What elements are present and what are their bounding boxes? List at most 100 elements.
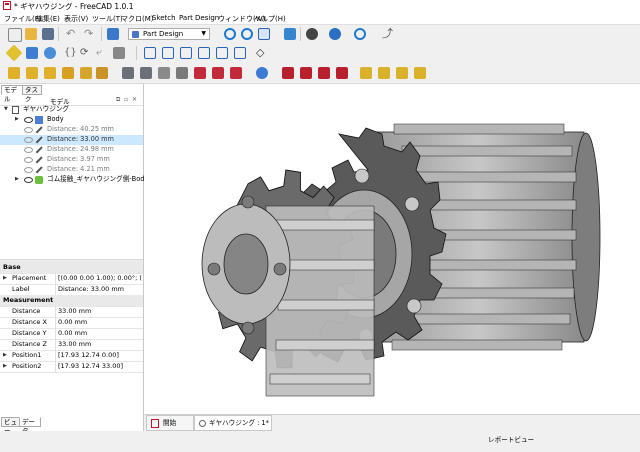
rear-view-icon[interactable] bbox=[198, 47, 210, 59]
zoom-fit-all-icon[interactable] bbox=[224, 28, 236, 40]
eye-icon[interactable] bbox=[24, 117, 33, 123]
linear-pattern-icon[interactable] bbox=[378, 67, 390, 79]
sketch-icon[interactable] bbox=[26, 67, 38, 79]
tree-item-document[interactable]: ▼ ギヤハウジング bbox=[0, 105, 143, 115]
zoom-icon[interactable] bbox=[354, 28, 366, 40]
menu-part-design[interactable]: Part Design bbox=[179, 14, 219, 22]
eye-hidden-icon[interactable] bbox=[24, 147, 33, 153]
shape-binder-icon[interactable] bbox=[80, 67, 92, 79]
datum-plane-icon[interactable] bbox=[158, 67, 170, 79]
property-row-distance-x[interactable]: Distance X 0.00 mm bbox=[0, 317, 143, 329]
property-row-position1[interactable]: ▶ Position1 [17.93 12.74 0.00] bbox=[0, 350, 143, 362]
left-view-icon[interactable] bbox=[234, 47, 246, 59]
mirrored-icon[interactable] bbox=[360, 67, 372, 79]
pad-icon[interactable] bbox=[194, 67, 206, 79]
property-row-position2[interactable]: ▶ Position2 [17.93 12.74 33.00] bbox=[0, 361, 143, 373]
menu-view[interactable]: 表示(V) bbox=[64, 14, 88, 24]
tree-item-measurement[interactable]: Distance: 4.21 mm bbox=[0, 165, 143, 175]
menu-macro[interactable]: マクロ(M) bbox=[121, 14, 154, 24]
front-view-icon[interactable] bbox=[144, 47, 156, 59]
chevron-right-icon[interactable]: ▶ bbox=[3, 273, 7, 284]
tab-model[interactable]: モデル bbox=[1, 85, 23, 103]
import-link-icon[interactable]: ⤶ bbox=[96, 47, 108, 59]
subtractive-loft-icon[interactable] bbox=[336, 67, 348, 79]
datum-line-icon[interactable] bbox=[140, 67, 152, 79]
groove-icon[interactable] bbox=[318, 67, 330, 79]
tab-data[interactable]: データ bbox=[19, 417, 41, 435]
tab-task[interactable]: タスク bbox=[22, 85, 42, 103]
top-view-icon[interactable] bbox=[162, 47, 174, 59]
property-group-measurement[interactable]: Measurement bbox=[0, 295, 143, 307]
whats-this-icon[interactable]: ⤴ bbox=[382, 28, 394, 40]
menu-sketch[interactable]: Sketch bbox=[152, 14, 176, 22]
attach-sketch-icon[interactable] bbox=[44, 67, 56, 79]
refresh-icon[interactable] bbox=[107, 28, 119, 40]
property-group-base[interactable]: Base bbox=[0, 262, 143, 274]
tree-item-measurement-selected[interactable]: Distance: 33.00 mm bbox=[0, 135, 143, 145]
property-value[interactable]: 0.00 mm bbox=[58, 317, 142, 328]
property-value[interactable]: Distance: 33.00 mm bbox=[58, 284, 142, 295]
tree-item-measurement[interactable]: Distance: 40.25 mm bbox=[0, 125, 143, 135]
hole-icon[interactable] bbox=[300, 67, 312, 79]
navigation-style-icon[interactable] bbox=[306, 28, 318, 40]
open-file-icon[interactable] bbox=[25, 28, 37, 40]
unlink-icon[interactable]: ⟳ bbox=[80, 47, 92, 59]
new-file-icon[interactable] bbox=[8, 28, 22, 42]
tab-start[interactable]: 開始 bbox=[146, 415, 194, 431]
chevron-right-icon[interactable]: ▶ bbox=[15, 115, 19, 125]
chevron-down-icon[interactable]: ▼ bbox=[4, 105, 8, 115]
group-icon[interactable] bbox=[26, 47, 38, 59]
chevron-right-icon[interactable]: ▶ bbox=[3, 350, 7, 361]
section-icon[interactable]: ◇ bbox=[256, 47, 268, 59]
property-value[interactable]: [17.93 12.74 0.00] bbox=[58, 350, 142, 361]
chevron-right-icon[interactable]: ▶ bbox=[3, 361, 7, 372]
local-cs-icon[interactable] bbox=[176, 67, 188, 79]
property-value[interactable]: 0.00 mm bbox=[58, 328, 142, 339]
redo-icon[interactable]: ↷ bbox=[84, 28, 96, 40]
property-row-label[interactable]: Label Distance: 33.00 mm bbox=[0, 284, 143, 296]
3d-viewport[interactable] bbox=[144, 84, 640, 414]
right-view-icon[interactable] bbox=[180, 47, 192, 59]
property-value[interactable]: 33.00 mm bbox=[58, 306, 142, 317]
menu-help[interactable]: ヘルプ(H) bbox=[254, 14, 286, 24]
multi-transform-icon[interactable] bbox=[414, 67, 426, 79]
menu-tools[interactable]: ツール(T) bbox=[92, 14, 123, 24]
save-icon[interactable] bbox=[42, 28, 54, 40]
selection-icon[interactable] bbox=[113, 47, 125, 59]
tree-item-measurement[interactable]: Distance: 3.97 mm bbox=[0, 155, 143, 165]
property-row-distance-z[interactable]: Distance Z 33.00 mm bbox=[0, 339, 143, 351]
property-value[interactable]: [(0.00 0.00 1.00); 0.00°; (0.00 ... bbox=[58, 273, 142, 284]
polar-pattern-icon[interactable] bbox=[396, 67, 408, 79]
chevron-right-icon[interactable]: ▶ bbox=[15, 175, 19, 185]
eye-hidden-icon[interactable] bbox=[24, 157, 33, 163]
draw-style-icon[interactable] bbox=[258, 28, 270, 40]
tab-view[interactable]: ビュー bbox=[1, 417, 20, 435]
property-row-distance-y[interactable]: Distance Y 0.00 mm bbox=[0, 328, 143, 340]
view-cube-icon[interactable] bbox=[329, 28, 341, 40]
additive-loft-icon[interactable] bbox=[230, 67, 242, 79]
report-view-label[interactable]: レポートビュー bbox=[488, 434, 534, 444]
menu-edit[interactable]: 編集(E) bbox=[36, 14, 60, 24]
tree-item-link[interactable]: ▶ ゴム接触_ギヤハウジング側-Body bbox=[0, 175, 148, 185]
eye-hidden-icon[interactable] bbox=[24, 167, 33, 173]
part-icon[interactable] bbox=[5, 44, 23, 62]
close-icon[interactable]: ✕ bbox=[132, 96, 137, 103]
boolean-icon[interactable] bbox=[256, 67, 268, 79]
property-row-distance[interactable]: Distance 33.00 mm bbox=[0, 306, 143, 318]
float-panel-icon[interactable]: ⧉ bbox=[116, 96, 120, 104]
undo-icon[interactable]: ↶ bbox=[66, 28, 78, 40]
measure-icon[interactable] bbox=[284, 28, 296, 40]
zoom-selection-icon[interactable] bbox=[241, 28, 253, 40]
restore-panel-icon[interactable]: ▫ bbox=[124, 96, 128, 103]
datum-point-icon[interactable] bbox=[122, 67, 134, 79]
body-icon[interactable] bbox=[8, 67, 20, 79]
workbench-selector[interactable]: Part Design ▼ bbox=[128, 28, 210, 40]
tree-item-body[interactable]: ▶ Body bbox=[0, 115, 143, 125]
validate-sketch-icon[interactable] bbox=[62, 67, 74, 79]
property-value[interactable]: 33.00 mm bbox=[58, 339, 142, 350]
sub-shape-binder-icon[interactable] bbox=[96, 67, 108, 79]
eye-hidden-icon[interactable] bbox=[24, 127, 33, 133]
property-value[interactable]: [17.93 12.74 33.00] bbox=[58, 361, 142, 372]
tree-item-measurement[interactable]: Distance: 24.98 mm bbox=[0, 145, 143, 155]
eye-hidden-icon[interactable] bbox=[24, 137, 33, 143]
